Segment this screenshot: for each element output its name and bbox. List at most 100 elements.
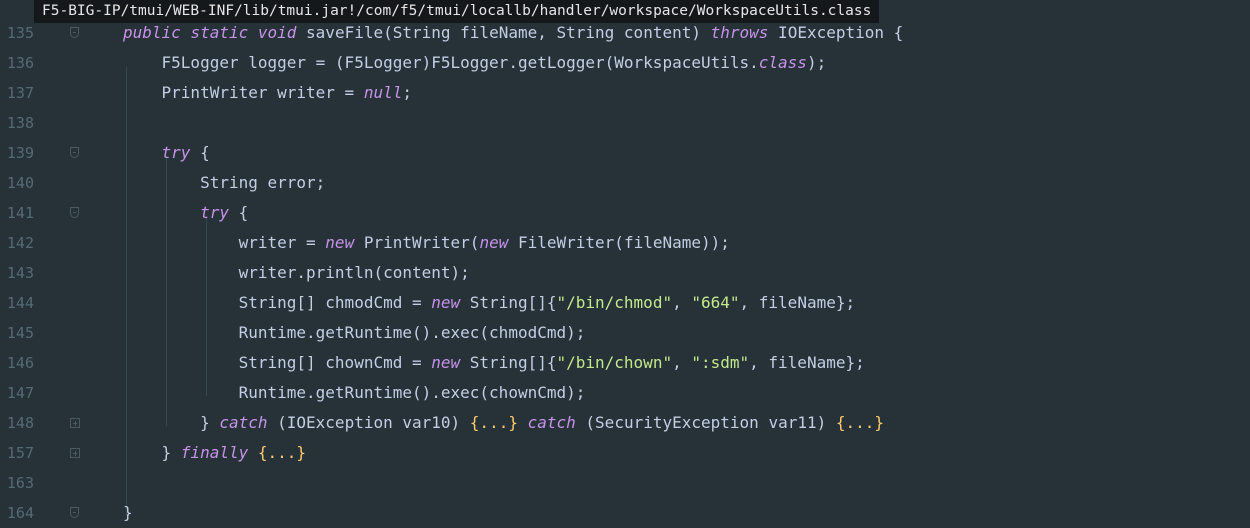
code-text: try { <box>123 198 248 228</box>
keyword-token: void <box>257 23 297 42</box>
code-token: saveFile(String fileName, String content… <box>296 23 711 42</box>
string-token: "664" <box>691 293 740 312</box>
code-line[interactable]: 142 writer = new PrintWriter(new FileWri… <box>0 228 1250 258</box>
line-number: 145 <box>6 324 34 342</box>
code-token: PrintWriter( <box>354 233 480 252</box>
line-number: 147 <box>6 384 34 402</box>
code-line[interactable]: 147 Runtime.getRuntime().exec(chownCmd); <box>0 378 1250 408</box>
line-number: 135 <box>6 24 34 42</box>
file-path-tooltip: F5-BIG-IP/tmui/WEB-INF/lib/tmui.jar!/com… <box>34 0 880 23</box>
code-line[interactable]: 163 <box>0 468 1250 498</box>
keyword-token: try <box>200 203 229 222</box>
code-line[interactable]: 141 try { <box>0 198 1250 228</box>
keyword-token: new <box>431 353 461 372</box>
code-token: ; <box>402 83 412 102</box>
code-token: } <box>123 443 181 462</box>
code-token: writer.println(content); <box>123 263 470 282</box>
line-number: 141 <box>6 204 34 222</box>
code-token: , fileName}; <box>749 353 865 372</box>
line-number: 137 <box>6 84 34 102</box>
code-token: { <box>228 203 249 222</box>
line-number: 140 <box>6 174 34 192</box>
code-token: ); <box>806 53 827 72</box>
string-token: "/bin/chown" <box>556 353 673 372</box>
code-token: String[]{ <box>460 353 557 372</box>
folded-block[interactable]: {...} <box>836 413 884 432</box>
string-token: "/bin/chmod" <box>556 293 673 312</box>
code-line[interactable]: 144 String[] chmodCmd = new String[]{"/b… <box>0 288 1250 318</box>
code-text: String[] chmodCmd = new String[]{"/bin/c… <box>123 288 856 318</box>
collapse-fold-icon[interactable] <box>70 27 79 38</box>
line-number: 148 <box>6 414 34 432</box>
code-line[interactable]: 164} <box>0 498 1250 528</box>
code-token: { <box>190 143 210 162</box>
code-token: F5Logger logger = (F5Logger)F5Logger.get… <box>123 53 759 72</box>
line-number: 163 <box>6 474 34 492</box>
code-line[interactable]: 137 PrintWriter writer = null; <box>0 78 1250 108</box>
code-token: , <box>672 293 692 312</box>
code-token: } <box>123 503 133 522</box>
code-text: } catch (IOException var10) {...} catch … <box>123 408 884 438</box>
code-token: String[] chownCmd = <box>123 353 432 372</box>
code-text: F5Logger logger = (F5Logger)F5Logger.get… <box>123 48 827 78</box>
keyword-token: new <box>431 293 461 312</box>
code-token: IOException { <box>768 23 904 42</box>
code-token: writer = <box>123 233 326 252</box>
keyword-token: null <box>363 83 403 102</box>
keyword-token: new <box>325 233 355 252</box>
line-number: 157 <box>6 444 34 462</box>
collapse-fold-icon[interactable] <box>70 207 79 218</box>
keyword-token: public <box>123 23 181 42</box>
code-text: writer = new PrintWriter(new FileWriter(… <box>123 228 730 258</box>
code-line[interactable]: 145 Runtime.getRuntime().exec(chmodCmd); <box>0 318 1250 348</box>
line-number: 146 <box>6 354 34 372</box>
line-number: 164 <box>6 504 34 522</box>
line-number: 139 <box>6 144 34 162</box>
collapse-fold-icon[interactable] <box>70 147 79 158</box>
code-text: } finally {...} <box>123 438 307 468</box>
line-number: 138 <box>6 114 34 132</box>
code-line[interactable]: 138 <box>0 108 1250 138</box>
expand-fold-icon[interactable] <box>70 418 80 428</box>
folded-block[interactable]: {...} <box>258 443 306 462</box>
keyword-token: static <box>190 23 249 42</box>
code-text: Runtime.getRuntime().exec(chmodCmd); <box>123 318 586 348</box>
code-line[interactable]: 139 try { <box>0 138 1250 168</box>
code-token: String[] chmodCmd = <box>123 293 432 312</box>
code-token: , fileName}; <box>739 293 856 312</box>
code-token: FileWriter(fileName)); <box>508 233 730 252</box>
code-token: String[]{ <box>460 293 557 312</box>
keyword-token: class <box>758 53 807 72</box>
code-token: (IOException var10) <box>267 413 470 432</box>
expand-fold-icon[interactable] <box>70 448 80 458</box>
code-text: PrintWriter writer = null; <box>123 78 412 108</box>
keyword-token: catch <box>219 413 268 432</box>
string-token: ":sdm" <box>691 353 750 372</box>
line-number: 142 <box>6 234 34 252</box>
line-number: 136 <box>6 54 34 72</box>
code-line[interactable]: 157 } finally {...} <box>0 438 1250 468</box>
code-line[interactable]: 148 } catch (IOException var10) {...} ca… <box>0 408 1250 438</box>
code-line[interactable]: 143 writer.println(content); <box>0 258 1250 288</box>
code-text: } <box>123 498 133 528</box>
folded-block[interactable]: {...} <box>470 413 518 432</box>
code-editor[interactable]: 135 public static void saveFile(String fi… <box>0 18 1250 528</box>
code-token: Runtime.getRuntime().exec(chmodCmd); <box>123 323 586 342</box>
keyword-token: finally <box>180 443 249 462</box>
code-token: (SecurityException var11) <box>575 413 836 432</box>
code-line[interactable]: 146 String[] chownCmd = new String[]{"/b… <box>0 348 1250 378</box>
code-token: String error; <box>123 173 326 192</box>
code-line[interactable]: 140 String error; <box>0 168 1250 198</box>
code-text: try { <box>123 138 210 168</box>
code-token: Runtime.getRuntime().exec(chownCmd); <box>123 383 586 402</box>
code-line[interactable]: 136 F5Logger logger = (F5Logger)F5Logger… <box>0 48 1250 78</box>
collapse-fold-icon[interactable] <box>70 507 79 518</box>
keyword-token: try <box>161 143 191 162</box>
keyword-token: new <box>479 233 509 252</box>
